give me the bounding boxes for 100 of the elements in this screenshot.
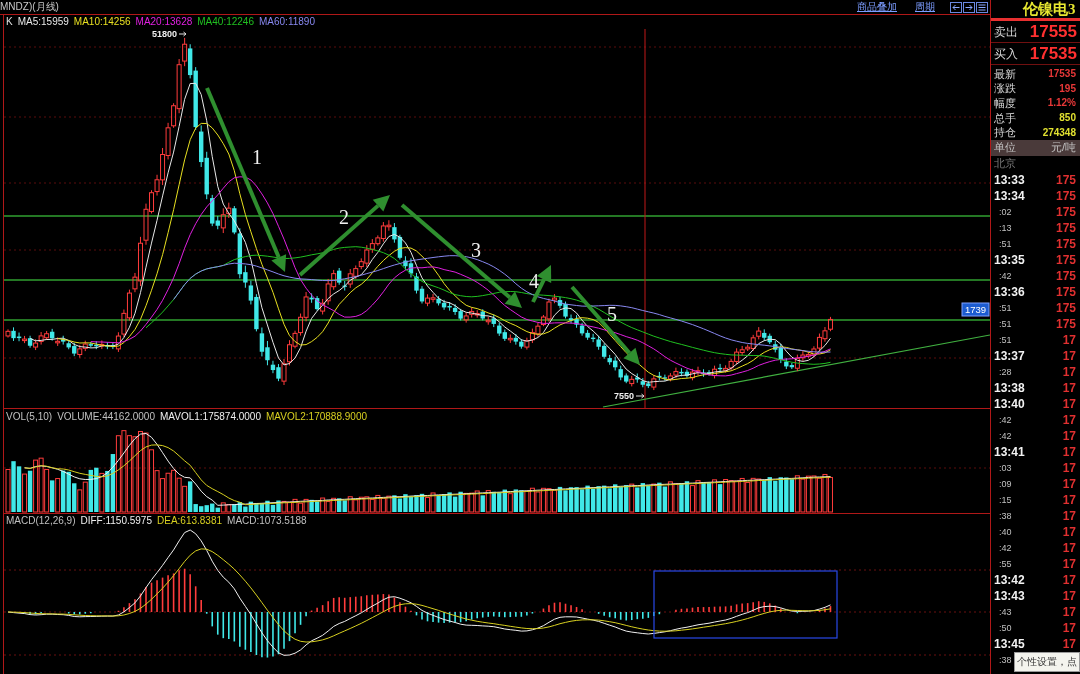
tick-price: 17 — [1062, 492, 1076, 507]
left-arrow-icon — [952, 3, 960, 11]
stat-label: 幅度 — [994, 97, 1016, 110]
unit-value: 元/吨 — [1050, 141, 1076, 155]
tick-time: :51 — [999, 237, 1012, 251]
tick-time: :03 — [999, 461, 1012, 475]
tick-price: 175 — [1055, 172, 1076, 187]
tick-price: 17 — [1062, 540, 1076, 555]
price-tag: 1739 — [961, 302, 990, 317]
stat-label: 持仓 — [994, 126, 1016, 140]
tick-price: 17 — [1062, 396, 1076, 411]
quote-label: 卖出 — [994, 24, 1018, 39]
tick-price: 17 — [1062, 524, 1076, 539]
tick-time: :28 — [999, 365, 1012, 379]
stat-value: 850 — [1059, 112, 1076, 125]
tick-price: 175 — [1055, 252, 1076, 267]
tick-time: :43 — [999, 605, 1012, 619]
tick-time: 13:35 — [994, 252, 1025, 267]
wave-label: 3 — [471, 239, 481, 261]
tick-price: 17 — [1062, 604, 1076, 619]
wave-label: 2 — [339, 206, 349, 228]
tick-time: :51 — [999, 333, 1012, 347]
tick-price: 17 — [1062, 428, 1076, 443]
tick-price: 17 — [1062, 460, 1076, 475]
tooltip: 个性设置，点 — [1014, 652, 1080, 672]
tick-time: 13:36 — [994, 284, 1025, 299]
toolbar-link[interactable]: 商品叠加 — [857, 1, 897, 13]
volume-readout: MAVOL2:170888.9000 — [266, 411, 367, 423]
tick-price: 17 — [1062, 556, 1076, 571]
stat-value: 17535 — [1048, 68, 1076, 81]
tick-time: :50 — [999, 621, 1012, 635]
indicator-label: VOL(5,10) — [6, 411, 53, 423]
tick-price: 175 — [1055, 220, 1076, 235]
tick-time: :42 — [999, 541, 1012, 555]
instrument-title: 伦镍电3 — [1023, 0, 1076, 18]
ma-readout: MA40:12246 — [197, 16, 254, 28]
tick-time: :40 — [999, 525, 1012, 539]
ma-readout: MA60:11890 — [259, 16, 315, 28]
tick-time: :38 — [999, 653, 1012, 667]
low-price-label: 7550 — [613, 391, 634, 401]
tick-price: 17 — [1062, 588, 1076, 603]
tick-price: 175 — [1055, 204, 1076, 219]
wave-label: 5 — [607, 303, 617, 325]
menu-button[interactable] — [976, 1, 988, 13]
tick-time: 13:45 — [994, 636, 1025, 651]
stat-value: 1.12% — [1047, 97, 1076, 110]
arrow-icon — [635, 393, 645, 399]
tick-price: 17 — [1062, 348, 1076, 363]
tick-price: 175 — [1055, 284, 1076, 299]
tick-price: 175 — [1055, 188, 1076, 203]
ma-readout: MA5:15959 — [17, 16, 69, 28]
scroll-left-button[interactable] — [950, 1, 962, 13]
tick-time: 13:34 — [994, 188, 1025, 203]
tick-price: 17 — [1062, 476, 1076, 491]
indicator-label: K — [6, 16, 13, 28]
scroll-right-button[interactable] — [963, 1, 975, 13]
tick-time: 13:38 — [994, 380, 1025, 395]
stat-label: 涨跌 — [994, 82, 1016, 96]
tick-price: 175 — [1055, 268, 1076, 283]
tick-time: :15 — [999, 493, 1012, 507]
tick-price: 175 — [1055, 300, 1076, 315]
arrow-icon — [178, 31, 187, 37]
tick-price: 17 — [1062, 636, 1076, 651]
tick-time: :42 — [999, 413, 1012, 427]
tick-time: :42 — [999, 429, 1012, 443]
toolbar-link[interactable]: 周期 — [915, 1, 935, 13]
macd-readout: MACD:1073.5188 — [227, 515, 307, 527]
tick-price: 17 — [1062, 620, 1076, 635]
stat-label: 总手 — [994, 111, 1016, 125]
tick-price: 17 — [1062, 332, 1076, 347]
tick-price: 175 — [1055, 316, 1076, 331]
tick-time: :09 — [999, 477, 1012, 491]
tick-time: :55 — [999, 557, 1012, 571]
tick-time: 13:37 — [994, 348, 1025, 363]
tick-time: :02 — [999, 205, 1012, 219]
location-label: 北京 — [994, 157, 1016, 171]
tick-time: 13:41 — [994, 444, 1025, 459]
tick-time: :38 — [999, 509, 1012, 523]
chart-title: MNDZ)(月线) — [0, 1, 59, 13]
tick-time: :13 — [999, 221, 1012, 235]
tick-time: 13:43 — [994, 588, 1025, 603]
quote-value: 17535 — [1029, 44, 1077, 63]
stat-value: 195 — [1059, 82, 1076, 95]
wave-label: 1 — [252, 146, 262, 168]
high-price-label: 51800 — [151, 29, 177, 39]
tick-price: 175 — [1055, 236, 1076, 251]
right-arrow-icon — [965, 3, 973, 11]
tick-time: 13:42 — [994, 572, 1025, 587]
tick-price: 17 — [1062, 508, 1076, 523]
tick-price: 17 — [1062, 380, 1076, 395]
tick-price: 17 — [1062, 572, 1076, 587]
tick-time: 13:33 — [994, 172, 1025, 187]
macd-readout: DIFF:1150.5975 — [80, 515, 152, 527]
stat-value: 274348 — [1042, 126, 1076, 139]
tick-price: 17 — [1062, 444, 1076, 459]
volume-readout: MAVOL1:175874.0000 — [160, 411, 261, 423]
ma-readout: MA10:14256 — [73, 16, 131, 28]
tick-price: 17 — [1062, 364, 1076, 379]
trend-arrow — [531, 265, 552, 303]
ma-readout: MA20:13628 — [135, 16, 193, 28]
